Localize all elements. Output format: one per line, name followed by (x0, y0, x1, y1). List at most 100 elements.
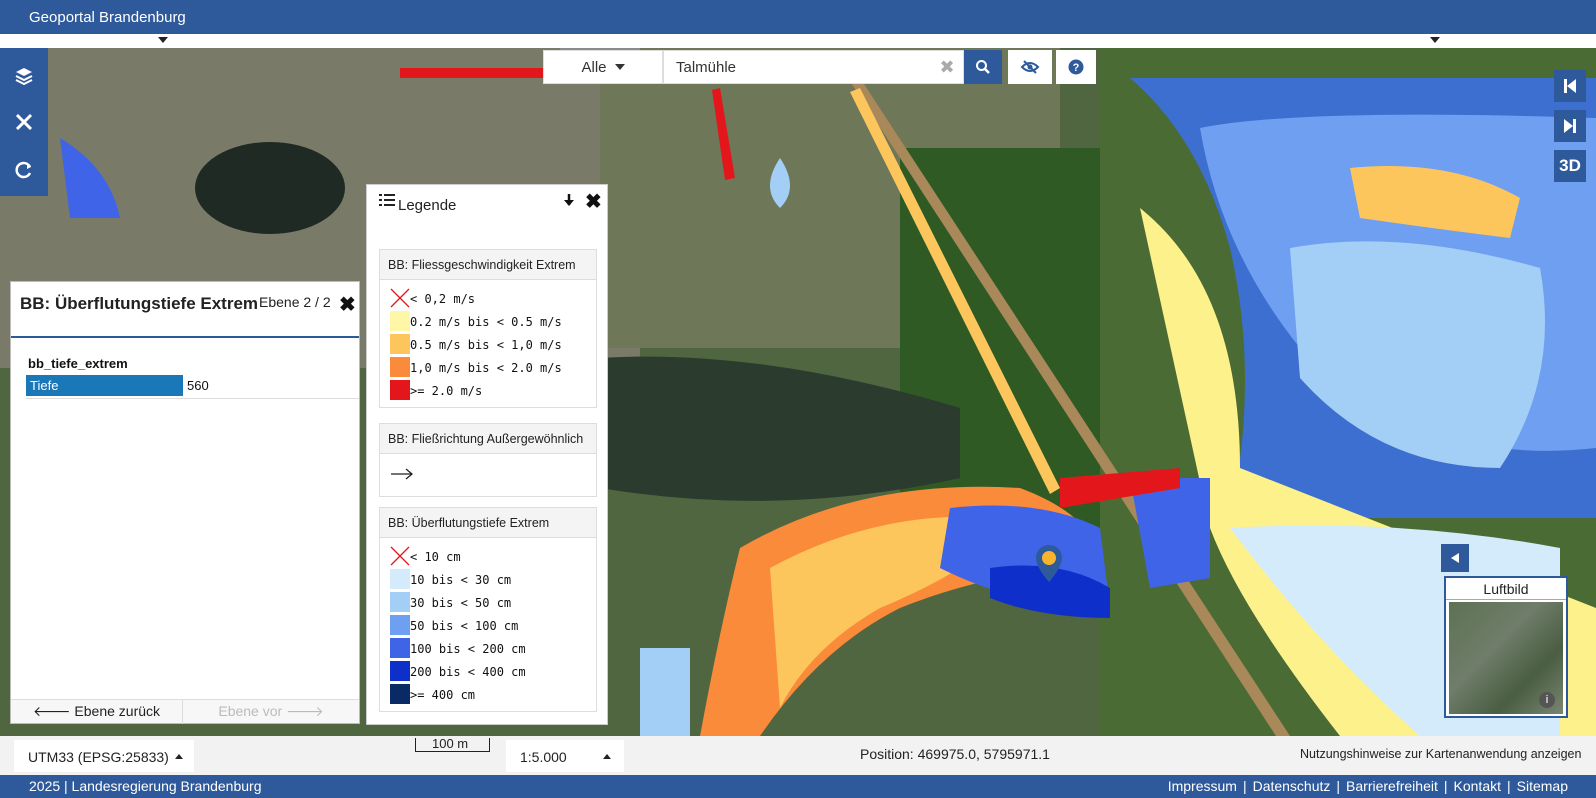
legend-swatch (390, 311, 410, 331)
overview-label: Luftbild (1446, 578, 1566, 600)
step-backward-icon (1564, 79, 1576, 93)
search-button[interactable] (964, 50, 1002, 84)
feature-info-footer: 🡐 Ebene zurück Ebene vor 🡒 (11, 699, 359, 724)
next-layer-button[interactable]: Ebene vor 🡒 (183, 700, 359, 724)
previous-layer-button[interactable]: 🡐 Ebene zurück (11, 700, 183, 724)
legend-item-label: 200 bis < 400 cm (410, 665, 526, 679)
legend-item-label: 10 bis < 30 cm (410, 573, 512, 587)
legend-swatch (390, 334, 410, 354)
app-title: Geoportal Brandenburg (29, 9, 186, 26)
status-bar: UTM33 (EPSG:25833) 100 m 1:5.000 Positio… (0, 736, 1596, 775)
app-header: Geoportal Brandenburg (0, 0, 1596, 34)
menu-row (0, 34, 1596, 48)
arrow-left-icon: 🡐 (32, 703, 71, 719)
menu-right-chevron-down-icon[interactable] (1430, 37, 1440, 43)
legend-item-label: 1,0 m/s bis < 2.0 m/s (410, 361, 562, 375)
caret-down-icon (614, 64, 625, 70)
arrow-down-icon[interactable] (563, 193, 575, 207)
legend-swatch (390, 684, 410, 704)
legend-item-label: 0.5 m/s bis < 1,0 m/s (410, 338, 562, 352)
caret-up-icon (175, 754, 183, 759)
legend-header: Legende ✖ (367, 185, 607, 227)
refresh-button[interactable] (8, 154, 40, 186)
attribute-value: 560 (187, 378, 209, 393)
legend-item: 50 bis < 100 cm (380, 613, 596, 636)
legend-item: < 10 cm (380, 544, 596, 567)
layers-icon (15, 68, 33, 86)
attribute-key: Tiefe (26, 375, 183, 396)
legend-item: 30 bis < 50 cm (380, 590, 596, 613)
next-view-button[interactable] (1554, 110, 1586, 142)
legend-swatch (390, 615, 410, 635)
usage-hints-link[interactable]: Nutzungshinweise zur Kartenanwendung anz… (1300, 747, 1581, 761)
position-readout: Position: 469975.0, 5795971.1 (860, 746, 1050, 762)
legend-swatch (390, 288, 410, 308)
eye-slash-icon (1020, 60, 1040, 74)
previous-view-button[interactable] (1554, 70, 1586, 102)
footer-link-kontakt[interactable]: Kontakt (1454, 778, 1501, 794)
legend-item: 100 bis < 200 cm (380, 636, 596, 659)
legend-item: 0.5 m/s bis < 1,0 m/s (380, 332, 596, 355)
legend-panel: Legende ✖ BB: Fliessgeschwindigkeit Extr… (366, 184, 608, 725)
legend-group-title: BB: Überflutungstiefe Extrem (380, 508, 596, 538)
legend-item: >= 400 cm (380, 682, 596, 705)
legend-swatch (390, 380, 410, 400)
caret-up-icon (603, 754, 611, 759)
legend-swatch (390, 638, 410, 658)
search-icon (976, 60, 990, 74)
legend-group-title: BB: Fließrichtung Außergewöhnlich (380, 424, 596, 454)
legend-item (380, 460, 596, 490)
legend-swatch (390, 569, 410, 589)
legend-swatch (390, 592, 410, 612)
feature-info-close-icon[interactable]: ✖ (339, 292, 356, 317)
overview-toggle-button[interactable] (1441, 544, 1469, 572)
footer-link-barrierefreiheit[interactable]: Barrierefreiheit (1346, 778, 1438, 794)
footer-link-sitemap[interactable]: Sitemap (1517, 778, 1568, 794)
footer-links: Impressum | Datenschutz | Barrierefreiheit | K… (1167, 778, 1568, 794)
step-forward-icon (1564, 119, 1576, 133)
legend-item: 0.2 m/s bis < 0.5 m/s (380, 309, 596, 332)
help-button[interactable]: ? (1056, 50, 1096, 84)
arrow-right-icon: 🡒 (286, 703, 324, 719)
legend-group: BB: Überflutungstiefe Extrem < 10 cm 10 bi… (379, 507, 597, 712)
list-icon (379, 194, 395, 206)
location-marker-icon[interactable] (1035, 544, 1063, 584)
clear-search-icon[interactable]: ✖ (936, 55, 958, 79)
arrow-right-icon (391, 468, 414, 480)
3d-view-button[interactable]: 3D (1554, 150, 1586, 182)
legend-swatch (390, 357, 410, 377)
legend-item-label: < 0,2 m/s (410, 292, 476, 306)
hide-markers-button[interactable] (1008, 50, 1052, 84)
refresh-icon (15, 161, 32, 179)
legend-item: >= 2.0 m/s (380, 378, 596, 401)
legend-item: 200 bis < 400 cm (380, 659, 596, 682)
search-category-select[interactable]: Alle (543, 50, 663, 84)
legend-item-label: 50 bis < 100 cm (410, 619, 519, 633)
next-layer-label: Ebene vor (218, 703, 283, 719)
tool-strip (0, 48, 48, 196)
tools-button[interactable] (8, 106, 40, 138)
legend-item: 10 bis < 30 cm (380, 567, 596, 590)
page-footer: 2025 | Landesregierung Brandenburg Impre… (0, 775, 1596, 798)
legend-group: BB: Fliessgeschwindigkeit Extrem < 0,2 m/… (379, 249, 597, 408)
legend-item-label: < 10 cm (410, 550, 461, 564)
scale-label: 1:5.000 (520, 749, 567, 765)
previous-layer-label: Ebene zurück (74, 703, 161, 719)
legend-item-label: >= 400 cm (410, 688, 476, 702)
legend-close-icon[interactable]: ✖ (585, 189, 602, 214)
layers-button[interactable] (8, 60, 40, 92)
info-circle-icon[interactable]: i (1539, 692, 1555, 708)
title-divider (11, 336, 359, 338)
scale-select[interactable]: 1:5.000 (506, 740, 624, 772)
copyright: 2025 | Landesregierung Brandenburg (29, 778, 262, 794)
tools-icon (15, 113, 33, 131)
legend-swatch (390, 661, 410, 681)
menu-left-chevron-down-icon[interactable] (158, 37, 168, 43)
svg-text:?: ? (1073, 62, 1080, 74)
crs-select[interactable]: UTM33 (EPSG:25833) (14, 740, 194, 772)
legend-item: 1,0 m/s bis < 2.0 m/s (380, 355, 596, 378)
search-input[interactable] (663, 50, 964, 84)
footer-link-impressum[interactable]: Impressum (1168, 778, 1237, 794)
footer-link-datenschutz[interactable]: Datenschutz (1253, 778, 1331, 794)
overview-map[interactable]: Luftbild i (1444, 576, 1568, 718)
